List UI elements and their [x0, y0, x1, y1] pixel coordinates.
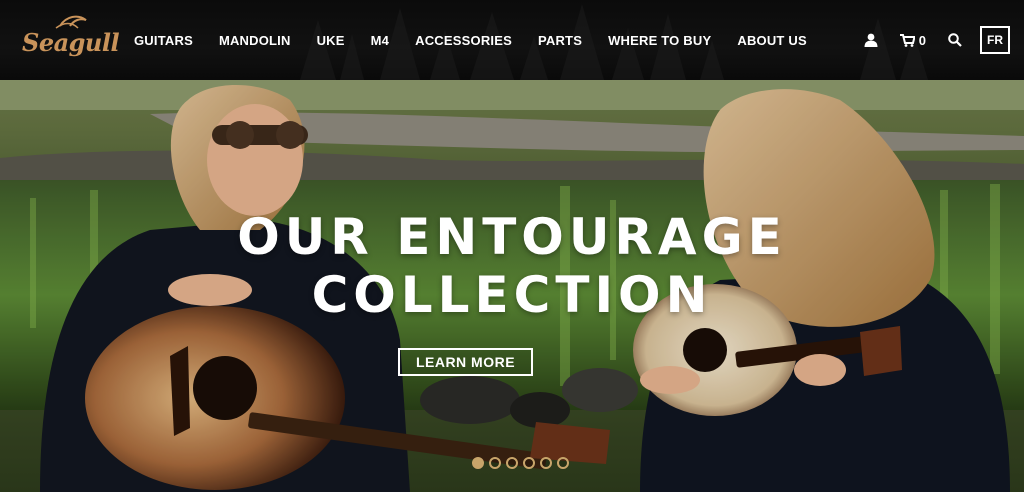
header-utilities: 0 FR — [842, 0, 1010, 80]
learn-more-button[interactable]: LEARN MORE — [398, 348, 533, 376]
hero-title-line-2: COLLECTION — [311, 266, 713, 324]
slide-dot-1[interactable] — [472, 457, 484, 469]
cart-count: 0 — [918, 32, 926, 48]
slide-dot-3[interactable] — [506, 457, 518, 469]
logo-text: Seagull — [22, 28, 120, 57]
search-icon — [948, 33, 962, 47]
nav-about-us[interactable]: ABOUT US — [737, 33, 807, 48]
account-button[interactable] — [864, 33, 878, 47]
search-button[interactable] — [948, 33, 962, 47]
hero-slider: OUR ENTOURAGE COLLECTION LEARN MORE — [0, 80, 1024, 492]
user-icon — [864, 33, 878, 47]
nav-where-to-buy[interactable]: WHERE TO BUY — [608, 33, 711, 48]
nav-accessories[interactable]: ACCESSORIES — [415, 33, 512, 48]
seagull-logo[interactable]: Seagull — [20, 10, 120, 66]
nav-uke[interactable]: UKE — [317, 33, 345, 48]
slide-dot-5[interactable] — [540, 457, 552, 469]
language-toggle[interactable]: FR — [980, 26, 1010, 54]
site-header: Seagull GUITARS MANDOLIN UKE M4 ACCESSOR… — [0, 0, 1024, 80]
slide-dot-2[interactable] — [489, 457, 501, 469]
nav-guitars[interactable]: GUITARS — [134, 33, 193, 48]
nav-m4[interactable]: M4 — [371, 33, 389, 48]
slide-dot-4[interactable] — [523, 457, 535, 469]
main-navigation: GUITARS MANDOLIN UKE M4 ACCESSORIES PART… — [134, 0, 833, 80]
cart-icon — [899, 33, 915, 47]
nav-parts[interactable]: PARTS — [538, 33, 582, 48]
cart-button[interactable]: 0 — [899, 32, 926, 48]
hero-title: OUR ENTOURAGE COLLECTION — [0, 208, 1024, 324]
slider-pagination — [472, 457, 574, 469]
hero-title-line-1: OUR ENTOURAGE — [237, 208, 787, 266]
nav-mandolin[interactable]: MANDOLIN — [219, 33, 291, 48]
slide-dot-6[interactable] — [557, 457, 569, 469]
